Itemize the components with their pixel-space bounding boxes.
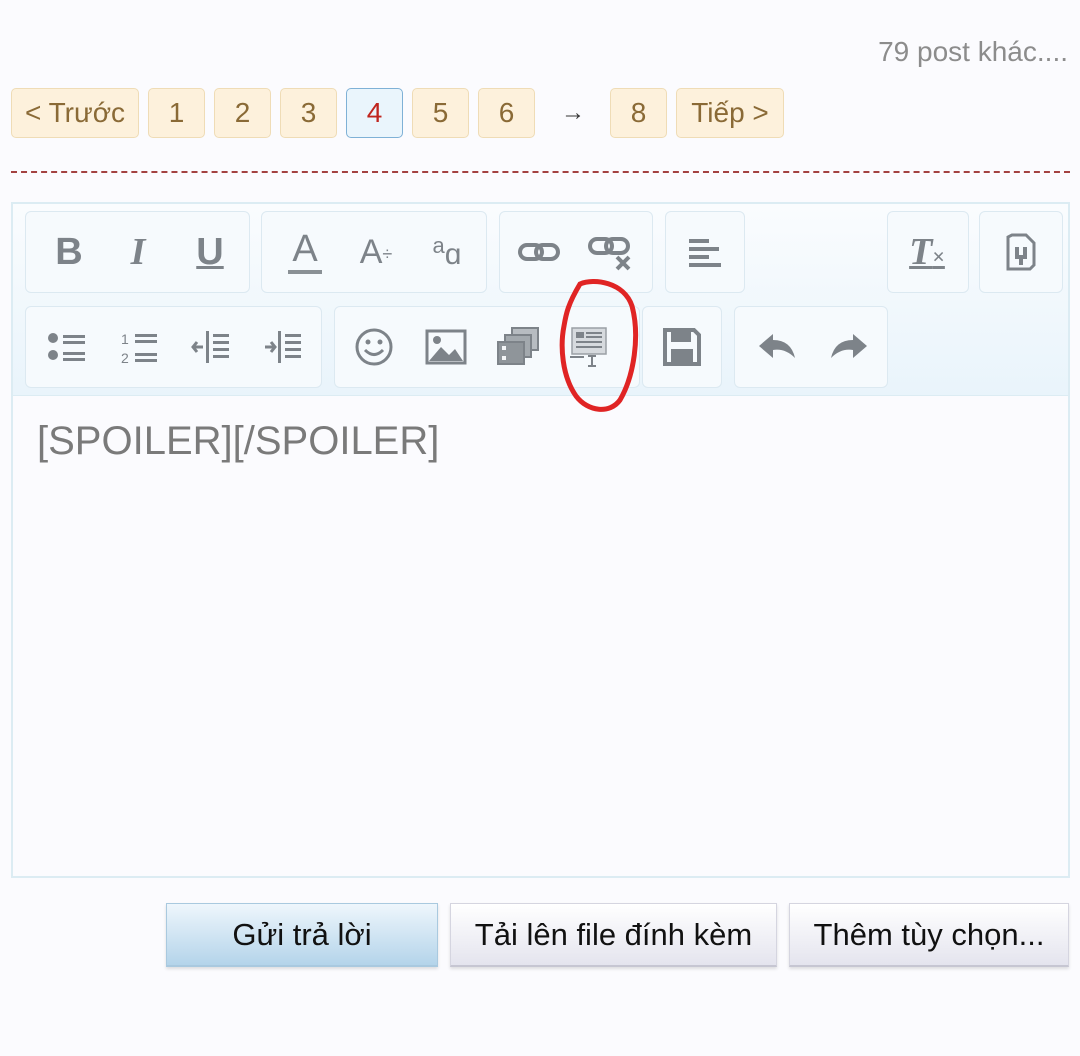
media-button[interactable]: [488, 317, 548, 377]
rich-text-editor: B I U A A÷ aɑ T× 1 2 [SPOILER][/SPOILER]: [11, 202, 1070, 878]
remove-format-icon: T×: [909, 231, 945, 273]
text-color-icon: A: [288, 230, 322, 274]
page-button[interactable]: 6: [478, 88, 535, 138]
editor-toolbar: B I U A A÷ aɑ T× 1 2: [13, 204, 1068, 396]
page-button[interactable]: 3: [280, 88, 337, 138]
last-page-button[interactable]: 8: [610, 88, 667, 138]
indent-button[interactable]: [253, 317, 313, 377]
font-family-icon: aɑ: [432, 232, 462, 271]
prev-page-button[interactable]: < Trước: [11, 88, 139, 138]
bullet-list-button[interactable]: [37, 317, 97, 377]
bbcode-toggle-button[interactable]: [991, 222, 1051, 282]
more-options-button[interactable]: Thêm tùy chọn...: [789, 903, 1069, 967]
font-size-icon: A÷: [359, 233, 393, 271]
svg-text:2: 2: [121, 350, 129, 365]
italic-button[interactable]: I: [108, 222, 168, 282]
smiley-button[interactable]: [344, 317, 404, 377]
divider: [11, 171, 1070, 173]
text-color-button[interactable]: A: [275, 222, 335, 282]
page-button[interactable]: 5: [412, 88, 469, 138]
page-button[interactable]: 1: [148, 88, 205, 138]
smiley-icon: [355, 328, 393, 366]
underline-icon: U: [196, 231, 224, 273]
undo-button[interactable]: [747, 317, 807, 377]
next-page-button[interactable]: Tiếp >: [676, 88, 784, 138]
link-button[interactable]: [509, 222, 569, 282]
underline-button[interactable]: U: [180, 222, 240, 282]
page-jump-arrow[interactable]: →: [547, 88, 599, 138]
undo-icon: [759, 334, 795, 358]
link-icon: [518, 243, 560, 261]
indent-icon: [265, 331, 301, 363]
bold-icon: B: [55, 231, 83, 273]
image-icon: [425, 329, 467, 365]
redo-button[interactable]: [819, 317, 879, 377]
upload-attachment-button[interactable]: Tải lên file đính kèm: [450, 903, 777, 967]
redo-icon: [831, 334, 867, 358]
current-page-button[interactable]: 4: [346, 88, 403, 138]
media-icon: [497, 327, 539, 365]
remove-format-button[interactable]: T×: [897, 222, 957, 282]
font-size-button[interactable]: A÷: [346, 222, 406, 282]
outdent-icon: [191, 331, 229, 363]
more-posts-link[interactable]: 79 post khác....: [878, 36, 1068, 68]
font-family-button[interactable]: aɑ: [417, 222, 477, 282]
outdent-button[interactable]: [181, 317, 241, 377]
save-draft-icon: [663, 328, 701, 366]
align-icon: [689, 239, 721, 267]
align-button[interactable]: [675, 222, 735, 282]
bullet-list-icon: [48, 333, 85, 361]
unlink-icon: [588, 237, 631, 271]
unlink-button[interactable]: [581, 222, 641, 282]
numbered-list-icon: 1 2: [121, 331, 157, 365]
editor-content[interactable]: [SPOILER][/SPOILER]: [37, 419, 439, 464]
hand-drawn-circle-annotation: [559, 279, 639, 412]
page-button[interactable]: 2: [214, 88, 271, 138]
submit-reply-button[interactable]: Gửi trả lời: [166, 903, 438, 967]
bbcode-toggle-icon: [1006, 233, 1036, 271]
image-button[interactable]: [416, 317, 476, 377]
save-draft-button[interactable]: [652, 317, 712, 377]
numbered-list-button[interactable]: 1 2: [109, 317, 169, 377]
svg-text:1: 1: [121, 331, 129, 347]
bold-button[interactable]: B: [39, 222, 99, 282]
italic-icon: I: [130, 231, 146, 273]
